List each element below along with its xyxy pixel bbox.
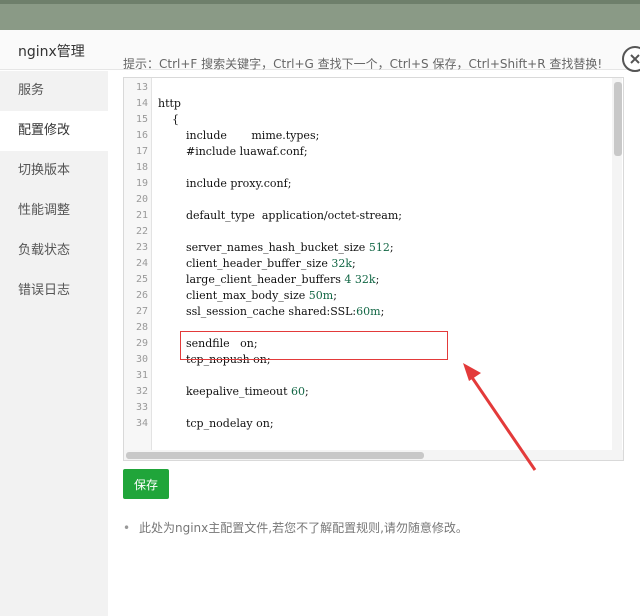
code-number: 32k: [354, 273, 376, 286]
code-line[interactable]: 24 client_header_buffer_size 32k;: [124, 256, 594, 272]
bullet-icon: •: [123, 521, 131, 535]
line-number: 17: [135, 146, 148, 157]
code-text: include proxy.conf;: [158, 177, 292, 190]
code-text: ssl_session_cache shared:SSL:60m;: [158, 305, 385, 318]
code-text: {: [158, 113, 179, 126]
code-text: default_type application/octet-stream;: [158, 209, 402, 222]
line-number: 21: [135, 210, 148, 221]
vertical-scroll-thumb[interactable]: [614, 82, 622, 156]
code-number: 60: [291, 385, 306, 398]
code-line[interactable]: 14 http: [124, 96, 594, 112]
code-text: include mime.types;: [158, 129, 320, 142]
code-text: tcp_nodelay on;: [158, 417, 274, 430]
code-line[interactable]: 22: [124, 224, 594, 240]
code-number: 32k: [331, 257, 352, 270]
code-number: 512: [368, 241, 390, 254]
code-line[interactable]: 15 {: [124, 112, 594, 128]
config-note: • 此处为nginx主配置文件,若您不了解配置规则,请勿随意修改。: [123, 519, 468, 536]
config-note-text: 此处为nginx主配置文件,若您不了解配置规则,请勿随意修改。: [139, 521, 468, 535]
config-editor[interactable]: 13 14 http 15 {16 include mime.types; 17 #in…: [123, 77, 624, 461]
line-number: 16: [135, 130, 148, 141]
annotation-arrow-icon: [463, 363, 537, 471]
line-number: 27: [135, 306, 148, 317]
code-line[interactable]: 21 default_type application/octet-stream…: [124, 208, 594, 224]
line-number: 18: [135, 162, 148, 173]
code-line[interactable]: 25 large_client_header_buffers 4 32k;: [124, 272, 594, 288]
sidebar-item-performance[interactable]: 性能调整: [0, 191, 108, 231]
line-number: 20: [135, 194, 148, 205]
highlight-annotation-box: [180, 331, 448, 360]
editor-hint: 提示：Ctrl+F 搜索关键字，Ctrl+G 查找下一个，Ctrl+S 保存，C…: [123, 57, 603, 71]
sidebar-item-load-status[interactable]: 负载状态: [0, 231, 108, 271]
line-number: 28: [135, 322, 148, 333]
line-number: 30: [135, 354, 148, 365]
page-backdrop: [0, 0, 640, 30]
horizontal-scroll-thumb[interactable]: [126, 452, 424, 459]
backdrop-strip: [0, 0, 640, 4]
save-button[interactable]: 保存: [123, 469, 169, 499]
line-number: 26: [135, 290, 148, 301]
line-number: 25: [135, 274, 148, 285]
code-text: http: [158, 97, 181, 110]
line-number: 14: [135, 98, 148, 109]
code-text: server_names_hash_bucket_size 512;: [158, 241, 394, 254]
code-text: keepalive_timeout 60;: [158, 385, 309, 398]
sidebar-item-version[interactable]: 切换版本: [0, 151, 108, 191]
code-line[interactable]: 26 client_max_body_size 50m;: [124, 288, 594, 304]
code-number: 60m: [356, 305, 381, 318]
sidebar: 服务 配置修改 切换版本 性能调整 负载状态 错误日志: [0, 71, 108, 616]
sidebar-item-service[interactable]: 服务: [0, 71, 108, 111]
sidebar-item-config[interactable]: 配置修改: [0, 111, 108, 151]
line-number: 15: [135, 114, 148, 125]
line-number: 29: [135, 338, 148, 349]
line-number: 19: [135, 178, 148, 189]
code-line[interactable]: 23 server_names_hash_bucket_size 512;: [124, 240, 594, 256]
close-icon: [630, 54, 640, 64]
line-number: 24: [135, 258, 148, 269]
code-line[interactable]: 19 include proxy.conf;: [124, 176, 594, 192]
code-line[interactable]: 18: [124, 160, 594, 176]
code-text: client_max_body_size 50m;: [158, 289, 337, 302]
code-text: #include luawaf.conf;: [158, 145, 308, 158]
line-number: 23: [135, 242, 148, 253]
line-number: 33: [135, 402, 148, 413]
code-text: large_client_header_buffers 4 32k;: [158, 273, 380, 286]
line-number: 31: [135, 370, 148, 381]
line-number: 13: [135, 82, 148, 93]
code-text: client_header_buffer_size 32k;: [158, 257, 356, 270]
sidebar-item-error-log[interactable]: 错误日志: [0, 271, 108, 311]
line-number: 34: [135, 418, 148, 429]
code-line[interactable]: 27 ssl_session_cache shared:SSL:60m;: [124, 304, 594, 320]
code-line[interactable]: 16 include mime.types;: [124, 128, 594, 144]
code-line[interactable]: 20: [124, 192, 594, 208]
code-number: 4: [344, 273, 352, 286]
code-number: 50m: [308, 289, 334, 302]
code-line[interactable]: 17 #include luawaf.conf;: [124, 144, 594, 160]
line-number: 32: [135, 386, 148, 397]
dialog-title: nginx管理: [18, 44, 85, 60]
line-number: 22: [135, 226, 148, 237]
code-line[interactable]: 13: [124, 80, 594, 96]
